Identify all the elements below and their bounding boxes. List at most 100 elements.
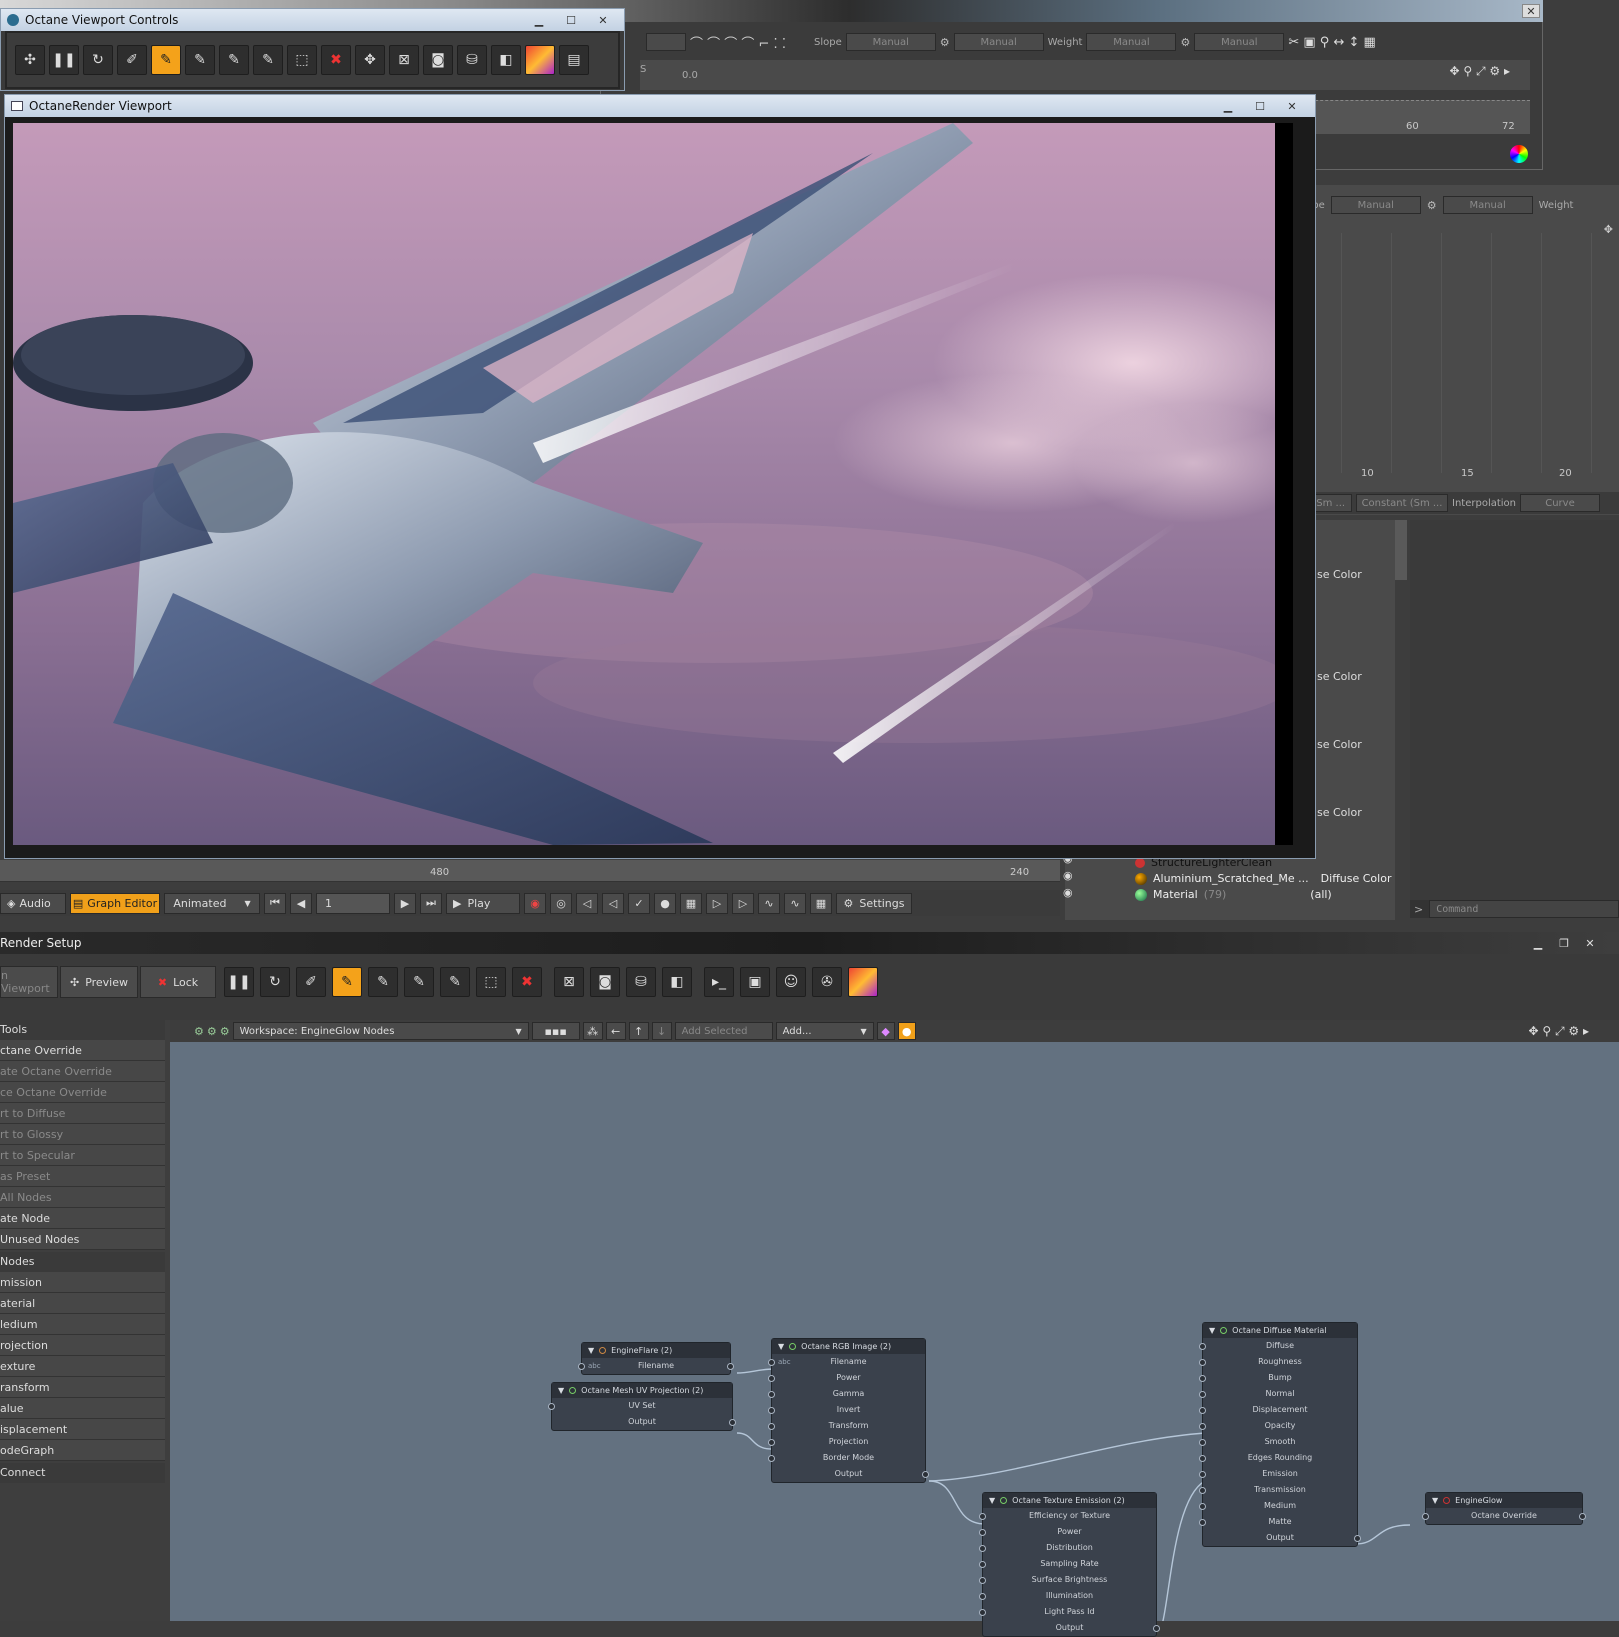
object-picker-icon[interactable]: ✎ bbox=[440, 967, 470, 997]
graph-editor-button[interactable]: ▤ Graph Editor bbox=[70, 892, 160, 914]
camera-icon[interactable]: ◙ bbox=[423, 45, 453, 75]
collapse-icon[interactable]: ▼ bbox=[778, 1342, 784, 1351]
viewport-controls-titlebar[interactable]: Octane Viewport Controls ▁ ☐ ✕ bbox=[1, 9, 624, 31]
pause-icon[interactable]: ❚❚ bbox=[49, 45, 79, 75]
focus-picker-icon[interactable]: ✎ bbox=[332, 967, 362, 997]
slope-dropdown-1[interactable]: Manual bbox=[845, 33, 936, 51]
node-header[interactable]: ▼ EngineGlow bbox=[1426, 1493, 1582, 1508]
render-setup-titlebar[interactable]: Render Setup ▁ ❐ ✕ bbox=[0, 932, 1619, 954]
output-port[interactable] bbox=[1354, 1535, 1361, 1542]
first-frame-icon[interactable]: ⏮ bbox=[264, 892, 286, 914]
lock-button[interactable]: ✖ Lock bbox=[140, 966, 216, 998]
input-port[interactable] bbox=[768, 1391, 775, 1398]
input-port[interactable] bbox=[979, 1609, 986, 1616]
settings-button[interactable]: ⚙ Settings bbox=[836, 892, 912, 914]
gpu-icon[interactable]: ▣ bbox=[740, 967, 770, 997]
node-category-item[interactable]: ransform bbox=[0, 1377, 165, 1398]
output-port[interactable] bbox=[727, 1363, 734, 1370]
collapse-icon[interactable]: ▼ bbox=[588, 1346, 594, 1355]
render-region-icon[interactable]: ⬚ bbox=[287, 45, 317, 75]
input-port[interactable] bbox=[1199, 1375, 1206, 1382]
minimize-button[interactable]: ▁ bbox=[1525, 935, 1551, 951]
node-category-item[interactable]: alue bbox=[0, 1398, 165, 1419]
bg-input[interactable] bbox=[646, 33, 686, 51]
command-input[interactable]: Command bbox=[1429, 900, 1619, 918]
minimize-button[interactable]: ▁ bbox=[1215, 98, 1241, 114]
input-port[interactable] bbox=[1199, 1455, 1206, 1462]
preview-button[interactable]: ✣ Preview bbox=[60, 966, 138, 998]
input-port[interactable] bbox=[979, 1545, 986, 1552]
output-port[interactable] bbox=[729, 1419, 736, 1426]
resolution-icon[interactable]: ⊠ bbox=[389, 45, 419, 75]
input-port[interactable] bbox=[1199, 1471, 1206, 1478]
node-header[interactable]: ▼ Octane Texture Emission (2) bbox=[983, 1493, 1156, 1508]
tool-item[interactable]: rt to Specular bbox=[0, 1145, 165, 1166]
input-port[interactable] bbox=[1199, 1503, 1206, 1510]
audio-button[interactable]: ◈ Audio bbox=[0, 892, 66, 914]
collapse-icon[interactable]: ▼ bbox=[558, 1386, 564, 1395]
node-header[interactable]: ▼ Octane Diffuse Material bbox=[1203, 1323, 1357, 1338]
node-header[interactable]: ▼ Octane RGB Image (2) bbox=[772, 1339, 925, 1354]
tool-item[interactable]: ctane Override bbox=[0, 1040, 165, 1061]
input-port[interactable] bbox=[979, 1529, 986, 1536]
slope-dropdown-4[interactable]: Manual bbox=[1442, 196, 1533, 214]
close-button[interactable]: ✕ bbox=[1279, 98, 1305, 114]
last-frame-icon[interactable]: ⏭ bbox=[420, 892, 442, 914]
material-picker-icon[interactable]: ✎ bbox=[404, 967, 434, 997]
console-icon[interactable]: ▸_ bbox=[704, 967, 734, 997]
collapse-icon[interactable]: ▼ bbox=[1209, 1326, 1215, 1335]
viewport-button[interactable]: n Viewport bbox=[0, 966, 58, 998]
node-category-item[interactable]: aterial bbox=[0, 1293, 165, 1314]
diffuse-node[interactable]: ▼ Octane Diffuse Material Diffuse Roughness… bbox=[1199, 1322, 1361, 1547]
output-port[interactable] bbox=[1153, 1625, 1160, 1632]
object-picker-icon[interactable]: ✎ bbox=[253, 45, 283, 75]
clear-region-icon[interactable]: ✖ bbox=[512, 967, 542, 997]
connect-item[interactable]: Connect bbox=[0, 1463, 165, 1483]
autofocus-icon[interactable]: ✐ bbox=[296, 967, 326, 997]
white-balance-icon[interactable]: ✎ bbox=[368, 967, 398, 997]
tool-item[interactable]: rt to Glossy bbox=[0, 1124, 165, 1145]
tool-item[interactable]: All Nodes bbox=[0, 1187, 165, 1208]
collapse-icon[interactable]: ▼ bbox=[989, 1496, 995, 1505]
viewport-fit-icon[interactable]: ✣ bbox=[15, 45, 45, 75]
engineglow-node[interactable]: ▼ EngineGlow Octane Override bbox=[1422, 1492, 1586, 1525]
auto-key-icon[interactable]: ◎ bbox=[550, 892, 572, 914]
tool-item[interactable]: Unused Nodes bbox=[0, 1229, 165, 1250]
resolution-icon[interactable]: ⊠ bbox=[554, 967, 584, 997]
key-nav-icon[interactable]: ▷ bbox=[706, 892, 728, 914]
input-port[interactable] bbox=[768, 1359, 775, 1366]
input-port[interactable] bbox=[578, 1363, 585, 1370]
autofocus-icon[interactable]: ✐ bbox=[117, 45, 147, 75]
render-viewport-titlebar[interactable]: OctaneRender Viewport ▁ ☐ ✕ bbox=[5, 95, 1315, 117]
node-category-item[interactable]: exture bbox=[0, 1356, 165, 1377]
color-grid-icon[interactable] bbox=[525, 45, 555, 75]
cube-icon[interactable]: ◧ bbox=[662, 967, 692, 997]
input-port[interactable] bbox=[1422, 1513, 1429, 1520]
input-port[interactable] bbox=[768, 1439, 775, 1446]
key-tool-icon[interactable]: ▦ bbox=[810, 892, 832, 914]
restart-icon[interactable]: ↻ bbox=[260, 967, 290, 997]
clear-region-icon[interactable]: ✖ bbox=[321, 45, 351, 75]
input-port[interactable] bbox=[979, 1593, 986, 1600]
input-port[interactable] bbox=[768, 1375, 775, 1382]
portrait-icon[interactable]: ☺ bbox=[776, 967, 806, 997]
output-port[interactable] bbox=[922, 1471, 929, 1478]
node-category-item[interactable]: ledium bbox=[0, 1314, 165, 1335]
rgbimage-node[interactable]: ▼ Octane RGB Image (2) Filename abc Power Gam… bbox=[768, 1338, 929, 1483]
eye-icon[interactable]: ◉ bbox=[1063, 867, 1083, 884]
node-category-item[interactable]: mission bbox=[0, 1272, 165, 1293]
bg-close-button[interactable]: ✕ bbox=[1522, 4, 1540, 18]
engineflare-node[interactable]: ▼ EngineFlare (2) Filename abc bbox=[578, 1342, 734, 1375]
color-grid-icon[interactable] bbox=[848, 967, 878, 997]
restore-button[interactable]: ❐ bbox=[1551, 935, 1577, 951]
tool-item[interactable]: as Preset bbox=[0, 1166, 165, 1187]
scene-item-material[interactable]: Material (79) (all) bbox=[1135, 888, 1332, 901]
key-nav-icon[interactable]: ◁ bbox=[576, 892, 598, 914]
curve-dropdown[interactable]: Curve bbox=[1520, 494, 1600, 512]
settings-panel-icon[interactable]: ▤ bbox=[559, 45, 589, 75]
maximize-button[interactable]: ☐ bbox=[558, 12, 584, 28]
node-header[interactable]: ▼ EngineFlare (2) bbox=[582, 1343, 730, 1358]
record-icon[interactable]: ◉ bbox=[524, 892, 546, 914]
pause-icon[interactable]: ❚❚ bbox=[224, 967, 254, 997]
input-port[interactable] bbox=[1199, 1343, 1206, 1350]
